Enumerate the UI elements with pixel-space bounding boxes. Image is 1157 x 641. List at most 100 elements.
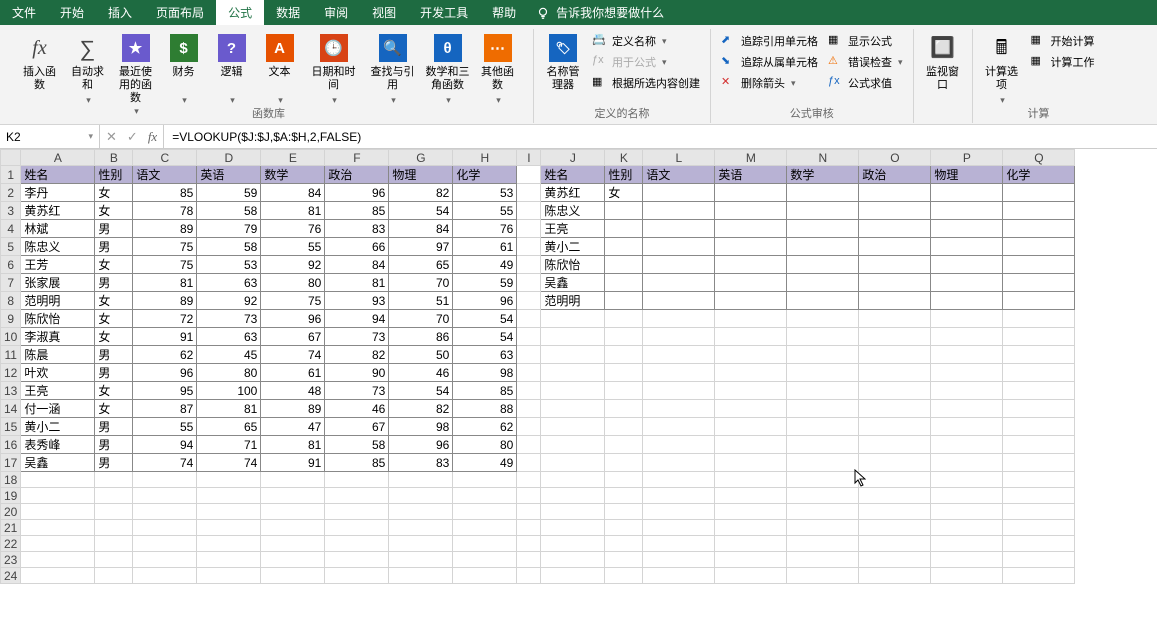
cell-A22[interactable]	[21, 536, 95, 552]
cell-O1[interactable]: 政治	[859, 166, 931, 184]
row-header-20[interactable]: 20	[1, 504, 21, 520]
cell-B2[interactable]: 女	[95, 184, 133, 202]
cell-A11[interactable]: 陈晨	[21, 346, 95, 364]
cell-F13[interactable]: 73	[325, 382, 389, 400]
cell-L1[interactable]: 语文	[643, 166, 715, 184]
cell-N3[interactable]	[787, 202, 859, 220]
cell-A7[interactable]: 张家展	[21, 274, 95, 292]
cell-F2[interactable]: 96	[325, 184, 389, 202]
cell-D22[interactable]	[197, 536, 261, 552]
cell-E20[interactable]	[261, 504, 325, 520]
cell-E21[interactable]	[261, 520, 325, 536]
cell-F8[interactable]: 93	[325, 292, 389, 310]
cell-L22[interactable]	[643, 536, 715, 552]
cell-P2[interactable]	[931, 184, 1003, 202]
calculation-options-button[interactable]: 🖩 计算选项	[979, 31, 1025, 107]
cell-O8[interactable]	[859, 292, 931, 310]
cell-A8[interactable]: 范明明	[21, 292, 95, 310]
cell-P24[interactable]	[931, 568, 1003, 584]
cell-E2[interactable]: 84	[261, 184, 325, 202]
cell-A20[interactable]	[21, 504, 95, 520]
row-header-22[interactable]: 22	[1, 536, 21, 552]
cell-O18[interactable]	[859, 472, 931, 488]
cell-H8[interactable]: 96	[453, 292, 517, 310]
cell-B9[interactable]: 女	[95, 310, 133, 328]
cell-L13[interactable]	[643, 382, 715, 400]
cell-N8[interactable]	[787, 292, 859, 310]
cell-P8[interactable]	[931, 292, 1003, 310]
cell-I11[interactable]	[517, 346, 541, 364]
cell-B7[interactable]: 男	[95, 274, 133, 292]
cell-N19[interactable]	[787, 488, 859, 504]
cell-K12[interactable]	[605, 364, 643, 382]
cell-K19[interactable]	[605, 488, 643, 504]
cell-E13[interactable]: 48	[261, 382, 325, 400]
row-header-17[interactable]: 17	[1, 454, 21, 472]
cell-Q12[interactable]	[1003, 364, 1075, 382]
cell-P20[interactable]	[931, 504, 1003, 520]
cell-E19[interactable]	[261, 488, 325, 504]
cell-B21[interactable]	[95, 520, 133, 536]
calculate-now-button[interactable]: ▦开始计算	[1027, 31, 1099, 51]
cell-L5[interactable]	[643, 238, 715, 256]
cell-I21[interactable]	[517, 520, 541, 536]
cell-A10[interactable]: 李淑真	[21, 328, 95, 346]
cell-D5[interactable]: 58	[197, 238, 261, 256]
cell-C22[interactable]	[133, 536, 197, 552]
cell-L15[interactable]	[643, 418, 715, 436]
cell-K8[interactable]	[605, 292, 643, 310]
cell-A23[interactable]	[21, 552, 95, 568]
cell-J4[interactable]: 王亮	[541, 220, 605, 238]
cell-Q21[interactable]	[1003, 520, 1075, 536]
cell-G17[interactable]: 83	[389, 454, 453, 472]
cell-A17[interactable]: 吴鑫	[21, 454, 95, 472]
cell-G16[interactable]: 96	[389, 436, 453, 454]
cell-A16[interactable]: 表秀峰	[21, 436, 95, 454]
cell-F7[interactable]: 81	[325, 274, 389, 292]
cell-D4[interactable]: 79	[197, 220, 261, 238]
cell-C11[interactable]: 62	[133, 346, 197, 364]
col-header-G[interactable]: G	[389, 150, 453, 166]
col-header-O[interactable]: O	[859, 150, 931, 166]
cell-J12[interactable]	[541, 364, 605, 382]
cell-N20[interactable]	[787, 504, 859, 520]
cell-L9[interactable]	[643, 310, 715, 328]
cell-J15[interactable]	[541, 418, 605, 436]
menu-tab-7[interactable]: 视图	[360, 0, 408, 25]
cell-H17[interactable]: 49	[453, 454, 517, 472]
cell-G12[interactable]: 46	[389, 364, 453, 382]
menu-tab-3[interactable]: 页面布局	[144, 0, 216, 25]
cell-P9[interactable]	[931, 310, 1003, 328]
cell-L11[interactable]	[643, 346, 715, 364]
cell-J7[interactable]: 吴鑫	[541, 274, 605, 292]
cell-K24[interactable]	[605, 568, 643, 584]
cell-J18[interactable]	[541, 472, 605, 488]
cell-D10[interactable]: 63	[197, 328, 261, 346]
cell-E17[interactable]: 91	[261, 454, 325, 472]
cell-M8[interactable]	[715, 292, 787, 310]
cell-K2[interactable]: 女	[605, 184, 643, 202]
cell-H21[interactable]	[453, 520, 517, 536]
cell-D19[interactable]	[197, 488, 261, 504]
cell-M7[interactable]	[715, 274, 787, 292]
cell-F4[interactable]: 83	[325, 220, 389, 238]
cell-J5[interactable]: 黄小二	[541, 238, 605, 256]
cell-H6[interactable]: 49	[453, 256, 517, 274]
cell-H5[interactable]: 61	[453, 238, 517, 256]
cell-G5[interactable]: 97	[389, 238, 453, 256]
cell-C23[interactable]	[133, 552, 197, 568]
error-checking-button[interactable]: ⚠错误检查	[824, 52, 907, 72]
row-header-1[interactable]: 1	[1, 166, 21, 184]
cell-F11[interactable]: 82	[325, 346, 389, 364]
cell-M24[interactable]	[715, 568, 787, 584]
row-header-12[interactable]: 12	[1, 364, 21, 382]
cell-M19[interactable]	[715, 488, 787, 504]
cell-O11[interactable]	[859, 346, 931, 364]
cell-I23[interactable]	[517, 552, 541, 568]
cell-I5[interactable]	[517, 238, 541, 256]
cell-G7[interactable]: 70	[389, 274, 453, 292]
cell-G20[interactable]	[389, 504, 453, 520]
col-header-E[interactable]: E	[261, 150, 325, 166]
cell-L17[interactable]	[643, 454, 715, 472]
cell-D23[interactable]	[197, 552, 261, 568]
